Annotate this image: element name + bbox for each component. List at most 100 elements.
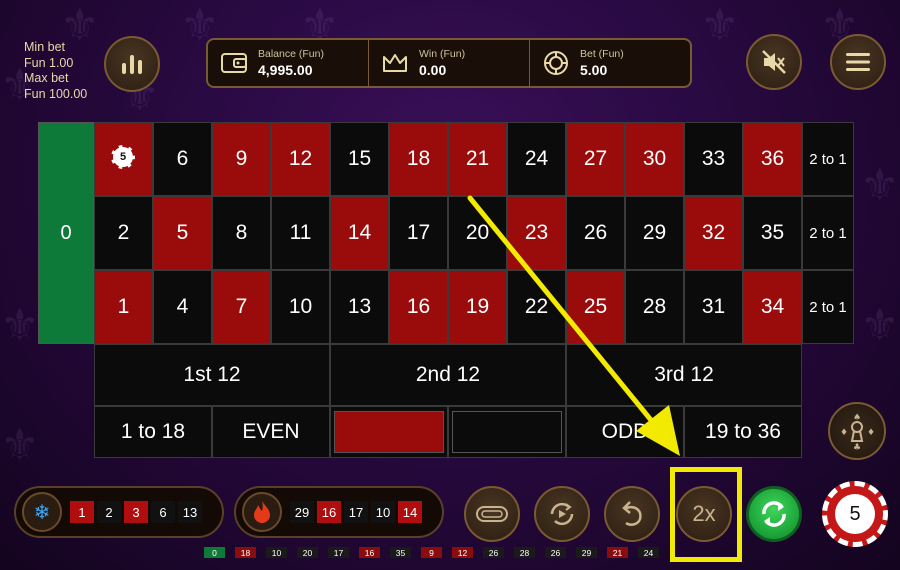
number-4[interactable]: 4 [153, 270, 212, 344]
min-bet-label: Min bet [24, 40, 65, 54]
chip-selector[interactable]: 5 [822, 481, 888, 547]
number-22[interactable]: 22 [507, 270, 566, 344]
number-12[interactable]: 12 [271, 122, 330, 196]
number-16[interactable]: 16 [389, 270, 448, 344]
history-item: 9 [421, 547, 442, 558]
bet-label: Bet (Fun) [580, 48, 624, 60]
number-7[interactable]: 7 [212, 270, 271, 344]
statistics-button[interactable] [104, 36, 160, 92]
hot-number: 14 [398, 501, 422, 523]
number-27[interactable]: 27 [566, 122, 625, 196]
number-9[interactable]: 9 [212, 122, 271, 196]
column-bet-middle[interactable]: 2 to 1 [802, 196, 854, 270]
bet-panel: Bet (Fun) 5.00 [530, 40, 690, 86]
column-bet-top[interactable]: 2 to 1 [802, 122, 854, 196]
number-13[interactable]: 13 [330, 270, 389, 344]
number-21[interactable]: 21 [448, 122, 507, 196]
black-bet[interactable] [448, 406, 566, 458]
number-28[interactable]: 28 [625, 270, 684, 344]
autoplay-button[interactable] [534, 486, 590, 542]
number-23[interactable]: 23 [507, 196, 566, 270]
low-bet[interactable]: 1 to 18 [94, 406, 212, 458]
spin-button[interactable] [746, 486, 802, 542]
history-item: 26 [545, 547, 566, 558]
history-item: 26 [483, 547, 504, 558]
svg-text:♦: ♦ [867, 428, 875, 438]
undo-icon [622, 501, 642, 526]
history-item: 35 [390, 547, 411, 558]
number-6[interactable]: 6 [153, 122, 212, 196]
history-item: 21 [607, 547, 628, 558]
number-10[interactable]: 10 [271, 270, 330, 344]
results-history: 0 18 10 20 17 16 35 9 12 26 28 26 29 21 … [204, 547, 669, 558]
number-33[interactable]: 33 [684, 122, 743, 196]
keyhole-icon: ♦ ♦ ♠ ♣ [840, 413, 875, 451]
number-32[interactable]: 32 [684, 196, 743, 270]
history-item: 18 [235, 547, 256, 558]
history-item: 16 [359, 547, 380, 558]
cold-number: 3 [124, 501, 148, 523]
special-bets-button[interactable]: ♦ ♦ ♠ ♣ [828, 402, 886, 460]
racetrack-button[interactable] [464, 486, 520, 542]
number-25[interactable]: 25 [566, 270, 625, 344]
number-15[interactable]: 15 [330, 122, 389, 196]
roulette-table: 0 3 5 6 9 12 15 18 21 24 27 30 33 36 2 t… [38, 122, 854, 458]
number-5[interactable]: 5 [153, 196, 212, 270]
chip-icon [544, 51, 568, 75]
number-2[interactable]: 2 [94, 196, 153, 270]
mute-button[interactable] [746, 34, 802, 90]
dozen-1st[interactable]: 1st 12 [94, 344, 330, 406]
number-19[interactable]: 19 [448, 270, 507, 344]
dozen-2nd[interactable]: 2nd 12 [330, 344, 566, 406]
cold-number: 13 [178, 501, 202, 523]
hot-number: 16 [317, 501, 341, 523]
svg-text:♦: ♦ [840, 428, 848, 438]
crown-icon [383, 54, 407, 72]
number-29[interactable]: 29 [625, 196, 684, 270]
svg-text:♣: ♣ [853, 443, 861, 451]
even-bet[interactable]: EVEN [212, 406, 330, 458]
number-11[interactable]: 11 [271, 196, 330, 270]
cold-number: 1 [70, 501, 94, 523]
history-item: 20 [297, 547, 318, 558]
balance-value: 4,995.00 [258, 62, 313, 78]
history-item: 28 [514, 547, 535, 558]
history-item: 10 [266, 547, 287, 558]
number-35[interactable]: 35 [743, 196, 802, 270]
red-bet[interactable] [330, 406, 448, 458]
win-label: Win (Fun) [419, 48, 466, 60]
number-31[interactable]: 31 [684, 270, 743, 344]
dozen-3rd[interactable]: 3rd 12 [566, 344, 802, 406]
number-18[interactable]: 18 [389, 122, 448, 196]
undo-button[interactable] [604, 486, 660, 542]
max-bet-label: Max bet [24, 71, 69, 85]
spin-icon [762, 501, 786, 527]
min-bet-value: Fun 1.00 [24, 55, 74, 70]
menu-button[interactable] [830, 34, 886, 90]
number-34[interactable]: 34 [743, 270, 802, 344]
max-bet-value: Fun 100.00 [24, 86, 88, 101]
history-item: 24 [638, 547, 659, 558]
odd-bet[interactable]: ODD [566, 406, 684, 458]
number-36[interactable]: 36 [743, 122, 802, 196]
hot-number: 17 [344, 501, 368, 523]
number-17[interactable]: 17 [389, 196, 448, 270]
number-30[interactable]: 30 [625, 122, 684, 196]
number-8[interactable]: 8 [212, 196, 271, 270]
history-item: 12 [452, 547, 473, 558]
cold-number: 2 [97, 501, 121, 523]
number-1[interactable]: 1 [94, 270, 153, 344]
high-bet[interactable]: 19 to 36 [684, 406, 802, 458]
placed-chip[interactable]: 5 [111, 145, 135, 169]
number-20[interactable]: 20 [448, 196, 507, 270]
number-3[interactable]: 3 5 [94, 122, 153, 196]
bet-value: 5.00 [580, 62, 608, 78]
number-0[interactable]: 0 [38, 122, 94, 344]
number-26[interactable]: 26 [566, 196, 625, 270]
history-item: 0 [204, 547, 225, 558]
balance-panel: Balance (Fun) 4,995.00 [208, 40, 369, 86]
column-bet-bottom[interactable]: 2 to 1 [802, 270, 854, 344]
number-14[interactable]: 14 [330, 196, 389, 270]
bar-chart-icon [122, 55, 142, 74]
number-24[interactable]: 24 [507, 122, 566, 196]
